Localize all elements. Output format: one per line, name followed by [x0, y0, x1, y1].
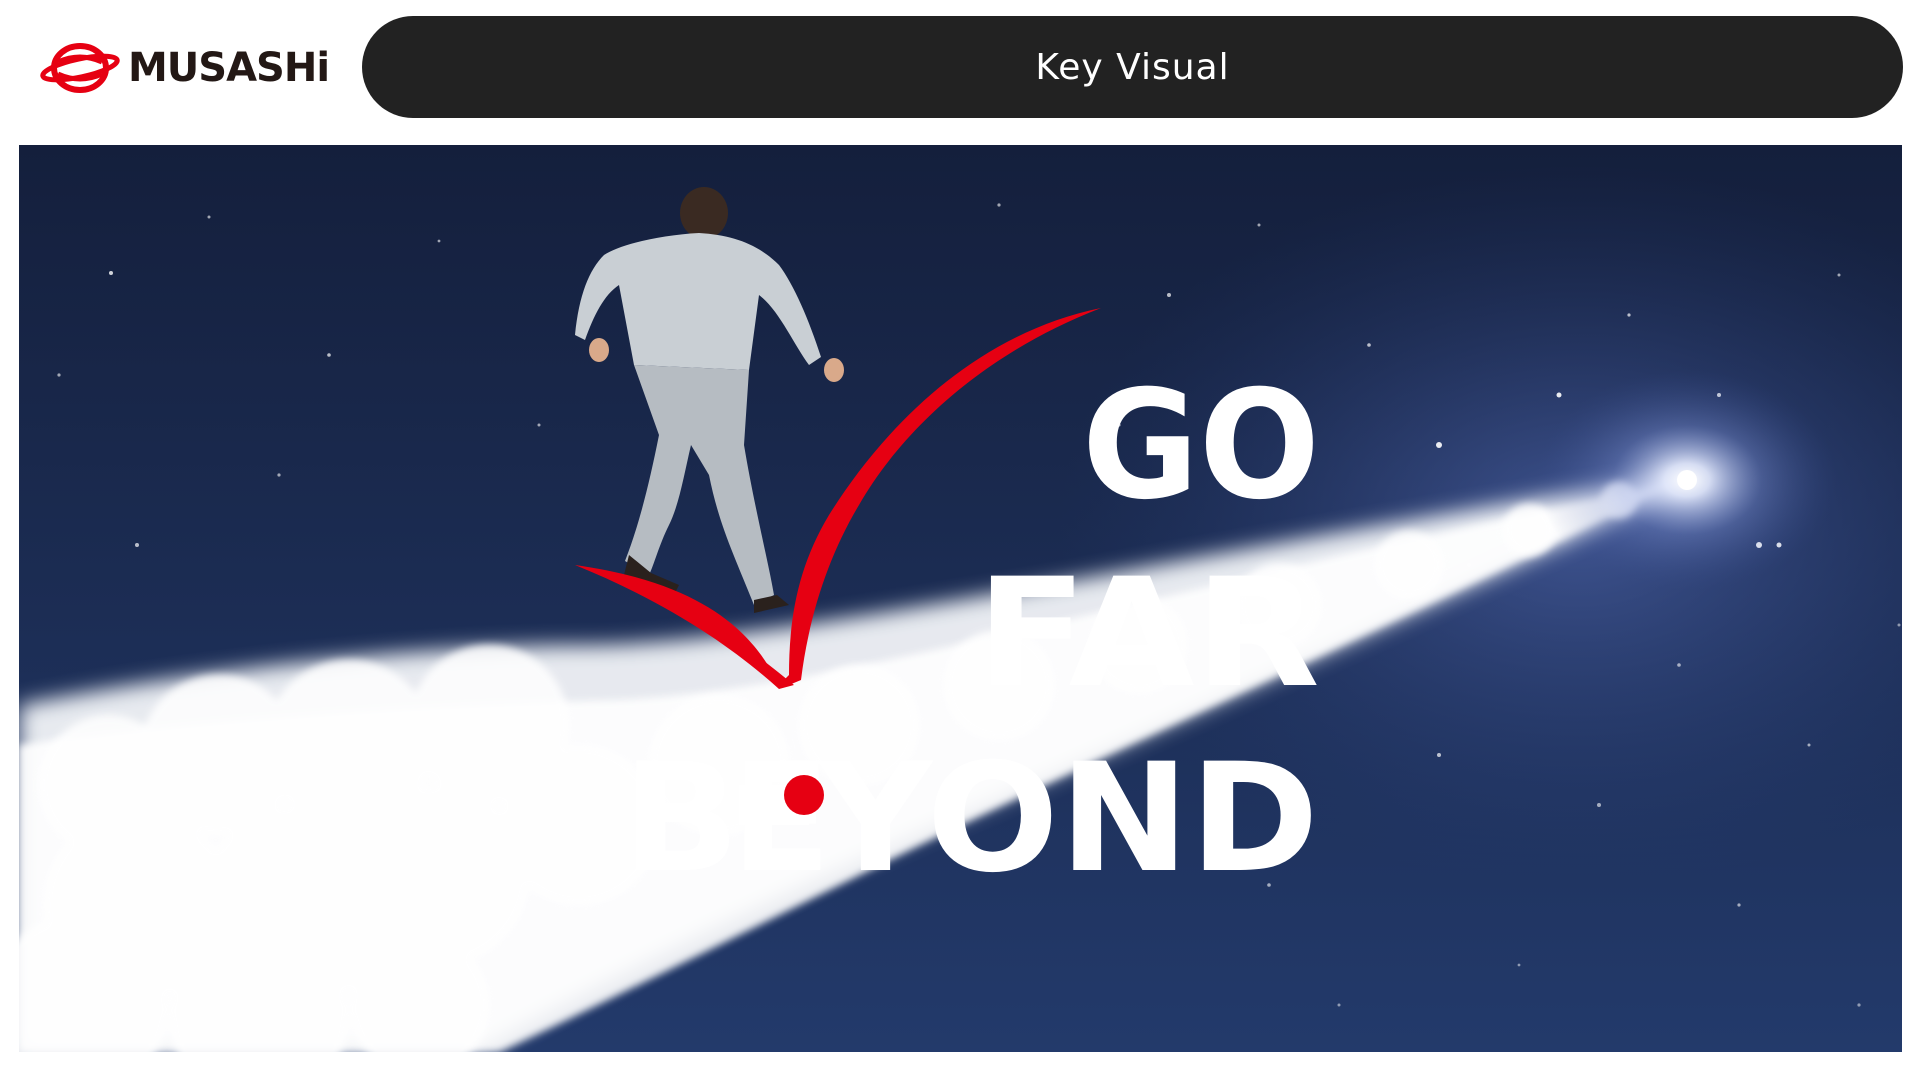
page-title: Key Visual — [1035, 46, 1230, 88]
headline-line-far: FAR — [976, 547, 1320, 721]
headline-line-go: GO — [1082, 359, 1320, 533]
musashi-logo-mark-icon — [40, 43, 120, 93]
title-bar: Key Visual — [362, 16, 1903, 118]
red-dot-icon — [784, 775, 824, 815]
headline-line-beyond-rest: YOND — [817, 732, 1319, 906]
key-visual-slide: MUSASHi Key Visual GO FAR B YOND — [0, 0, 1920, 1080]
brand-name: MUSASHi — [128, 45, 330, 91]
key-visual-artwork: GO FAR B E YOND — [19, 145, 1902, 1052]
header: MUSASHi Key Visual — [0, 0, 1920, 140]
key-visual-image: GO FAR B E YOND — [19, 145, 1902, 1052]
musashi-logo: MUSASHi — [40, 38, 330, 98]
headline-line-beyond-b: B — [622, 732, 740, 906]
